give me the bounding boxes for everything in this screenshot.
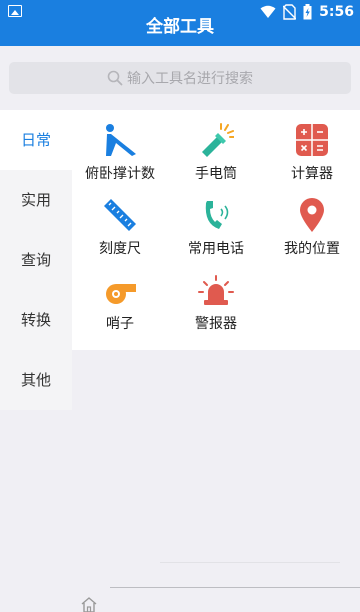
category-tab-practical[interactable]: 实用: [0, 170, 72, 230]
tool-flashlight[interactable]: 手电筒: [168, 110, 264, 185]
tool-label: 刻度尺: [99, 241, 141, 257]
search-input[interactable]: 输入工具名进行搜索: [9, 62, 351, 94]
home-icon[interactable]: [80, 596, 98, 612]
tool-ruler[interactable]: 刻度尺: [72, 185, 168, 260]
tool-label: 警报器: [195, 316, 237, 332]
tool-pushup-counter[interactable]: 俯卧撑计数: [72, 110, 168, 185]
title-bar: 全部工具: [0, 17, 360, 44]
location-pin-icon: [300, 198, 324, 232]
tool-label: 计算器: [291, 166, 333, 182]
calculator-icon: [296, 124, 328, 156]
page-title: 全部工具: [146, 17, 214, 37]
category-tab-other[interactable]: 其他: [0, 350, 72, 410]
tool-alarm[interactable]: 警报器: [168, 260, 264, 335]
tool-label: 我的位置: [284, 241, 340, 257]
alarm-siren-icon: [198, 275, 234, 305]
tool-whistle[interactable]: 哨子: [72, 260, 168, 335]
divider: [160, 562, 340, 563]
tool-label: 手电筒: [195, 166, 237, 182]
category-tab-convert[interactable]: 转换: [0, 290, 72, 350]
ruler-icon: [104, 199, 136, 231]
search-icon: [107, 70, 123, 86]
pushup-icon: [106, 124, 136, 156]
tool-label: 常用电话: [188, 241, 244, 257]
tool-calculator[interactable]: 计算器: [264, 110, 360, 185]
category-tab-query[interactable]: 查询: [0, 230, 72, 290]
category-sidebar: 日常 实用 查询 转换 其他: [0, 110, 72, 410]
tool-common-phone[interactable]: 常用电话: [168, 185, 264, 260]
tools-grid: 俯卧撑计数 手电筒 计算器 刻度尺 常用电话 我的位置 哨子 警报器: [72, 110, 360, 350]
search-area: 输入工具名进行搜索: [0, 46, 360, 110]
tool-label: 哨子: [106, 316, 134, 332]
divider: [110, 587, 360, 588]
search-placeholder: 输入工具名进行搜索: [127, 71, 253, 87]
flashlight-icon: [202, 123, 234, 157]
tool-label: 俯卧撑计数: [85, 166, 155, 182]
tool-my-location[interactable]: 我的位置: [264, 185, 360, 260]
category-tab-daily[interactable]: 日常: [0, 110, 72, 170]
whistle-icon: [106, 284, 136, 304]
phone-icon: [205, 201, 229, 229]
